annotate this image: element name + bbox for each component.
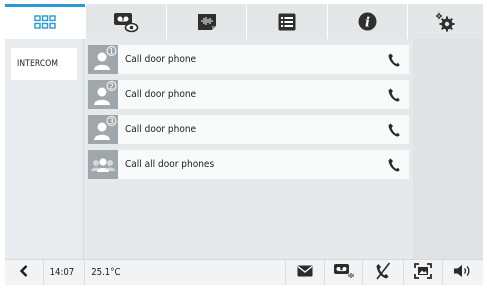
volume-button[interactable] — [443, 260, 483, 285]
list-icon — [278, 13, 296, 31]
door-phone-group-icon — [88, 150, 118, 179]
fullscreen-icon — [414, 263, 433, 282]
list-item-label: Call all door phones — [125, 159, 215, 170]
app-frame: i INTERCOM 1 Call door phone 2 Call door… — [5, 4, 483, 285]
door-phone-user-icon: 1 — [88, 45, 118, 74]
voicemail-button[interactable] — [325, 260, 364, 285]
voice-memo-icon — [197, 13, 217, 31]
door-phone-user-icon: 3 — [88, 115, 118, 144]
phone-handset-icon[interactable] — [379, 150, 409, 179]
fullscreen-button[interactable] — [404, 260, 444, 285]
back-button[interactable] — [5, 260, 44, 285]
tab-voice-memo[interactable] — [167, 4, 248, 39]
svg-text:i: i — [365, 16, 370, 31]
list-item-label: Call door phone — [125, 89, 197, 100]
badge-number: 1 — [109, 47, 114, 56]
phone-handset-icon[interactable] — [379, 80, 409, 109]
clock: 14:07 — [44, 260, 86, 285]
intercom-list: 1 Call door phone 2 Call door phone 3 Ca… — [88, 45, 409, 185]
apps-grid-icon — [34, 14, 56, 29]
call-mute-button[interactable] — [363, 260, 404, 285]
tab-apps[interactable] — [5, 4, 87, 39]
back-icon — [19, 265, 29, 280]
left-sidebar: INTERCOM — [5, 39, 84, 259]
main-content: INTERCOM 1 Call door phone 2 Call door p… — [5, 39, 483, 259]
tab-answering-machine[interactable] — [86, 4, 168, 39]
temperature-readout: 25.1°C — [85, 260, 287, 285]
call-mute-icon — [375, 262, 391, 283]
info-icon: i — [358, 12, 377, 31]
list-item-label: Call door phone — [125, 54, 197, 65]
phone-handset-icon[interactable] — [379, 115, 409, 144]
list-item[interactable]: 1 Call door phone — [88, 45, 409, 74]
badge-number: 2 — [109, 82, 114, 91]
list-item[interactable]: 3 Call door phone — [88, 115, 409, 144]
message-icon — [297, 265, 313, 280]
answering-machine-icon — [113, 11, 139, 33]
bottom-status-bar: 14:07 25.1°C — [5, 259, 483, 285]
sidebar-item-intercom[interactable]: INTERCOM — [11, 48, 77, 80]
tab-info[interactable]: i — [328, 4, 408, 39]
tab-settings[interactable] — [408, 4, 483, 39]
voicemail-icon — [333, 263, 355, 282]
door-phone-user-icon: 2 — [88, 80, 118, 109]
list-item[interactable]: 2 Call door phone — [88, 80, 409, 109]
right-panel — [413, 39, 483, 259]
phone-handset-icon[interactable] — [379, 45, 409, 74]
badge-number: 3 — [109, 117, 114, 126]
message-button[interactable] — [286, 260, 325, 285]
settings-icon — [435, 12, 455, 32]
tab-list[interactable] — [247, 4, 328, 39]
list-item-label: Call door phone — [125, 124, 197, 135]
list-item[interactable]: Call all door phones — [88, 150, 409, 179]
top-tab-bar: i — [5, 4, 483, 39]
volume-icon — [453, 264, 473, 281]
